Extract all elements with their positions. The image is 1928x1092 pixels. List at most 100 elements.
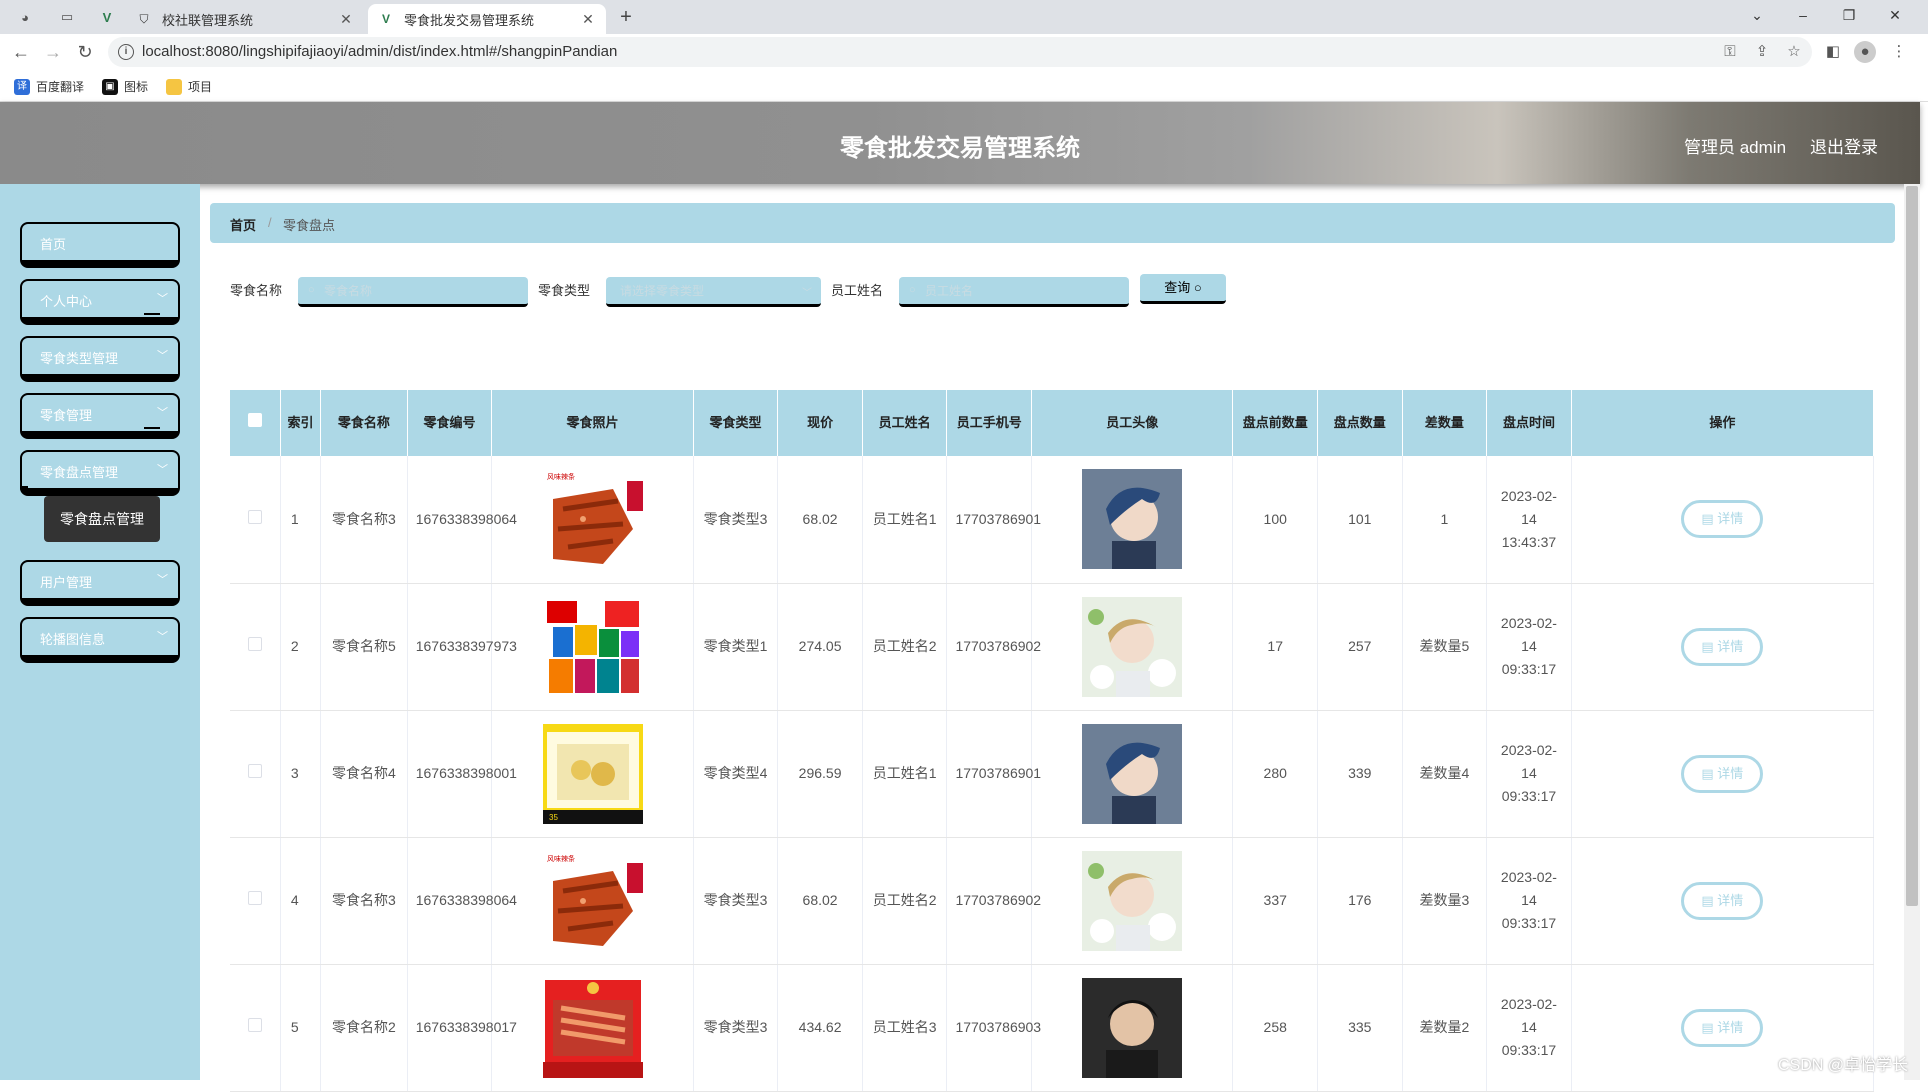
search-icon: ○ — [909, 284, 916, 296]
search-icon: ○ — [1193, 280, 1202, 295]
close-icon[interactable]: ✕ — [338, 11, 354, 28]
app-header: 零食批发交易管理系统 管理员 admin 退出登录 — [0, 102, 1920, 184]
sidebar-item-users[interactable]: 用户管理 ﹀ — [20, 560, 180, 606]
cell-employee-name: 员工姓名1 — [862, 710, 948, 838]
share-icon[interactable]: ⇪ — [1752, 42, 1772, 62]
row-checkbox-cell[interactable] — [230, 456, 281, 584]
document-icon: ▤ — [1701, 892, 1718, 908]
forward-icon[interactable]: → — [42, 41, 64, 63]
sidebar-item-label: 首页 — [40, 237, 67, 252]
bookmark-baidu-translate[interactable]: 译 百度翻译 — [14, 78, 84, 95]
tab-search-icon[interactable]: ⌄ — [1734, 0, 1780, 30]
info-icon[interactable]: i — [118, 44, 134, 60]
row-checkbox-cell[interactable] — [230, 710, 281, 838]
cell-employee-avatar — [1031, 456, 1234, 584]
restore-button[interactable]: ❐ — [1826, 0, 1872, 30]
select-all-checkbox[interactable] — [230, 390, 281, 456]
shield-icon: ⛉ — [139, 11, 149, 26]
cell-snack-code: 1676338398064 — [407, 837, 517, 965]
submenu-inventory-management[interactable]: 零食盘点管理 — [44, 496, 160, 542]
sidebar-item-inventory[interactable]: 零食盘点管理 ﹀ — [20, 450, 180, 496]
cell-employee-avatar — [1031, 710, 1234, 838]
breadcrumb-current: 零食盘点 — [283, 218, 336, 233]
detail-button[interactable]: ▤ 详情 — [1681, 1008, 1764, 1047]
bookmark-label: 图标 — [124, 80, 149, 94]
snack-name-input[interactable] — [298, 277, 528, 307]
column-header: 员工姓名 — [862, 390, 948, 456]
tab-snack-system[interactable]: V 零食批发交易管理系统 ✕ — [368, 4, 606, 34]
row-checkbox-cell[interactable] — [230, 837, 281, 965]
cell-difference: 差数量4 — [1402, 710, 1488, 838]
cell-count: 101 — [1317, 456, 1403, 584]
close-window-button[interactable]: ✕ — [1872, 0, 1918, 30]
checkbox[interactable] — [247, 637, 262, 651]
reload-icon[interactable]: ↻ — [74, 41, 96, 63]
bookmarks-bar: 译 百度翻译 ▣ 图标 项目 — [0, 70, 1928, 102]
checkbox[interactable] — [247, 891, 262, 905]
cell-actions: ▤ 详情 — [1571, 583, 1875, 711]
checkbox[interactable] — [247, 509, 262, 524]
sidebar-item-snack-type[interactable]: 零食类型管理 ﹀ — [20, 336, 180, 382]
detail-button[interactable]: ▤ 详情 — [1681, 500, 1764, 539]
inventory-table: 索引 零食名称 零食编号 零食照片 零食类型 现价 员工姓名 员工手机号 员工头… — [230, 390, 1875, 1092]
detail-label: 详情 — [1717, 1019, 1744, 1035]
cell-snack-photo — [491, 964, 694, 1092]
query-button[interactable]: 查询 ○ — [1140, 274, 1226, 304]
breadcrumb-home[interactable]: 首页 — [230, 215, 256, 234]
close-icon[interactable]: ✕ — [580, 11, 596, 28]
browser-menu-icon[interactable]: ◕ — [16, 8, 34, 26]
back-icon[interactable]: ← — [10, 41, 32, 63]
checkbox[interactable] — [247, 764, 262, 778]
cell-price: 274.05 — [777, 583, 863, 711]
cell-snack-type: 零食类型3 — [693, 837, 779, 965]
sidebar-item-home[interactable]: 首页 — [20, 222, 180, 268]
logout-link[interactable]: 退出登录 — [1810, 133, 1878, 158]
search-icon: ○ — [308, 284, 315, 296]
cell-inventory-time: 2023-02-14 09:33:17 — [1486, 583, 1572, 711]
checkbox[interactable] — [247, 1018, 262, 1032]
cell-inventory-time: 2023-02-14 09:33:17 — [1486, 710, 1572, 838]
detail-button[interactable]: ▤ 详情 — [1681, 627, 1764, 666]
sidebar-item-snack[interactable]: 零食管理 ﹀ — [20, 393, 180, 439]
minimize-button[interactable]: – — [1780, 0, 1826, 30]
svg-text:风味辣条: 风味辣条 — [547, 472, 575, 481]
star-icon[interactable]: ☆ — [1784, 42, 1804, 62]
cell-index: 2 — [280, 583, 322, 711]
cell-snack-type: 零食类型4 — [693, 710, 779, 838]
detail-button[interactable]: ▤ 详情 — [1681, 881, 1764, 920]
cell-employee-avatar — [1031, 583, 1234, 711]
blank-tab-icon[interactable]: ▭ — [58, 8, 76, 26]
row-checkbox-cell[interactable] — [230, 583, 281, 711]
key-icon[interactable]: ⚿ — [1720, 42, 1740, 62]
profile-icon[interactable]: ● — [1854, 41, 1876, 63]
sidebar-item-label: 零食类型管理 — [40, 351, 119, 366]
cell-employee-phone: 17703786902 — [946, 837, 1041, 965]
bookmark-icons[interactable]: ▣ 图标 — [102, 78, 148, 95]
cell-actions: ▤ 详情 — [1571, 456, 1875, 584]
detail-button[interactable]: ▤ 详情 — [1681, 754, 1764, 793]
new-tab-button[interactable]: + — [614, 6, 638, 30]
query-label: 查询 — [1164, 280, 1191, 295]
sidebar-item-label: 零食管理 — [40, 408, 93, 423]
table-row: 5 零食名称2 1676338398017 零食类型3 434.62 员工姓名3 17703… — [230, 964, 1875, 1092]
table-row: 1 零食名称3 1676338398064 风味辣条 零食类型3 68.02 员工姓名1 17… — [230, 456, 1875, 584]
sidebar-item-carousel[interactable]: 轮播图信息 ﹀ — [20, 617, 180, 663]
tab-campus-union[interactable]: ⛉ 校社联管理系统 ✕ — [126, 4, 364, 34]
bookmark-project[interactable]: 项目 — [166, 78, 212, 95]
employee-name-input[interactable] — [899, 277, 1129, 307]
cell-inventory-time: 2023-02-14 13:43:37 — [1486, 456, 1572, 584]
checkbox[interactable] — [247, 413, 262, 427]
vue-tab-icon[interactable]: V — [98, 8, 116, 26]
address-bar[interactable]: i localhost:8080/lingshipifajiaoyi/admin… — [108, 37, 1812, 67]
cell-index: 5 — [280, 964, 322, 1092]
cell-snack-name: 零食名称4 — [320, 710, 408, 838]
column-header: 盘点数量 — [1317, 390, 1403, 456]
more-menu-icon[interactable]: ⋮ — [1888, 41, 1910, 63]
browser-toolbar: ← → ↻ i localhost:8080/lingshipifajiaoyi… — [0, 34, 1928, 70]
sidebar-item-personal-center[interactable]: 个人中心 ﹀ — [20, 279, 180, 325]
sidepanel-icon[interactable]: ◧ — [1822, 41, 1844, 63]
snack-type-select[interactable] — [606, 277, 821, 307]
scrollbar-thumb[interactable] — [1906, 186, 1918, 906]
row-checkbox-cell[interactable] — [230, 964, 281, 1092]
detail-label: 详情 — [1717, 765, 1744, 781]
